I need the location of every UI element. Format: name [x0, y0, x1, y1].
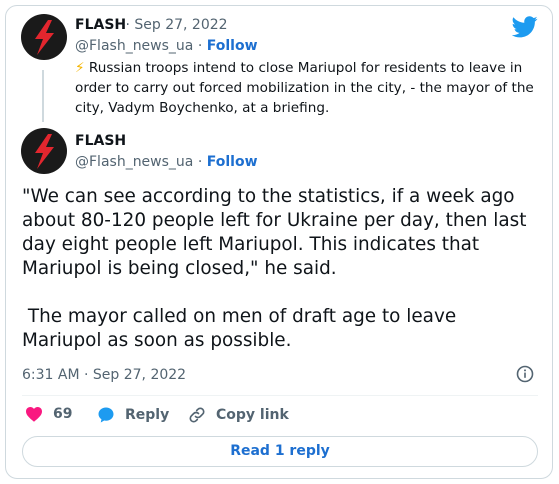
copy-link-button[interactable]: Copy link: [188, 406, 289, 424]
twitter-bird-icon[interactable]: [512, 16, 538, 38]
quoted-handle[interactable]: @Flash_news_ua: [75, 38, 193, 54]
flash-logo-icon: [35, 134, 54, 169]
divider: [22, 395, 538, 396]
reply-label: Reply: [125, 407, 170, 423]
quoted-date-group: · Sep 27, 2022: [121, 17, 227, 33]
quoted-avatar[interactable]: [21, 14, 67, 60]
reply-button[interactable]: Reply: [97, 406, 169, 424]
lightning-emoji-icon: ⚡: [75, 60, 85, 76]
quoted-tweet-text: ⚡ Russian troops intend to close Mariupo…: [75, 58, 535, 118]
like-count: 69: [53, 406, 73, 422]
quoted-date[interactable]: Sep 27, 2022: [134, 17, 227, 33]
author-handle-group: @Flash_news_ua · Follow: [75, 154, 258, 170]
author-handle[interactable]: @Flash_news_ua: [75, 154, 193, 170]
separator-dot: ·: [193, 38, 207, 54]
quoted-author-name[interactable]: FLASH: [75, 17, 126, 33]
tweet-text: "We can see according to the statistics,…: [22, 185, 532, 353]
copy-link-label: Copy link: [216, 407, 289, 423]
quoted-handle-group: @Flash_news_ua · Follow: [75, 38, 258, 54]
reply-bubble-icon: [98, 407, 114, 423]
info-icon[interactable]: [516, 365, 534, 383]
author-avatar[interactable]: [21, 128, 67, 174]
link-icon: [189, 407, 205, 423]
author-name[interactable]: FLASH: [75, 133, 126, 149]
separator-dot: ·: [121, 17, 135, 33]
heart-icon: [26, 407, 42, 422]
separator-dot: ·: [193, 154, 207, 170]
flash-logo-icon: [35, 20, 54, 55]
follow-link[interactable]: Follow: [207, 154, 258, 170]
read-replies-button[interactable]: Read 1 reply: [22, 436, 538, 467]
quoted-follow-link[interactable]: Follow: [207, 38, 258, 54]
tweet-paragraph: The mayor called on men of draft age to …: [22, 306, 463, 351]
thread-line: [42, 70, 44, 122]
tweet-timestamp[interactable]: 6:31 AM · Sep 27, 2022: [22, 367, 186, 383]
tweet-paragraph: "We can see according to the statistics,…: [22, 186, 527, 279]
like-button[interactable]: 69: [25, 406, 72, 422]
quoted-tweet-body: Russian troops intend to close Mariupol …: [75, 60, 534, 116]
